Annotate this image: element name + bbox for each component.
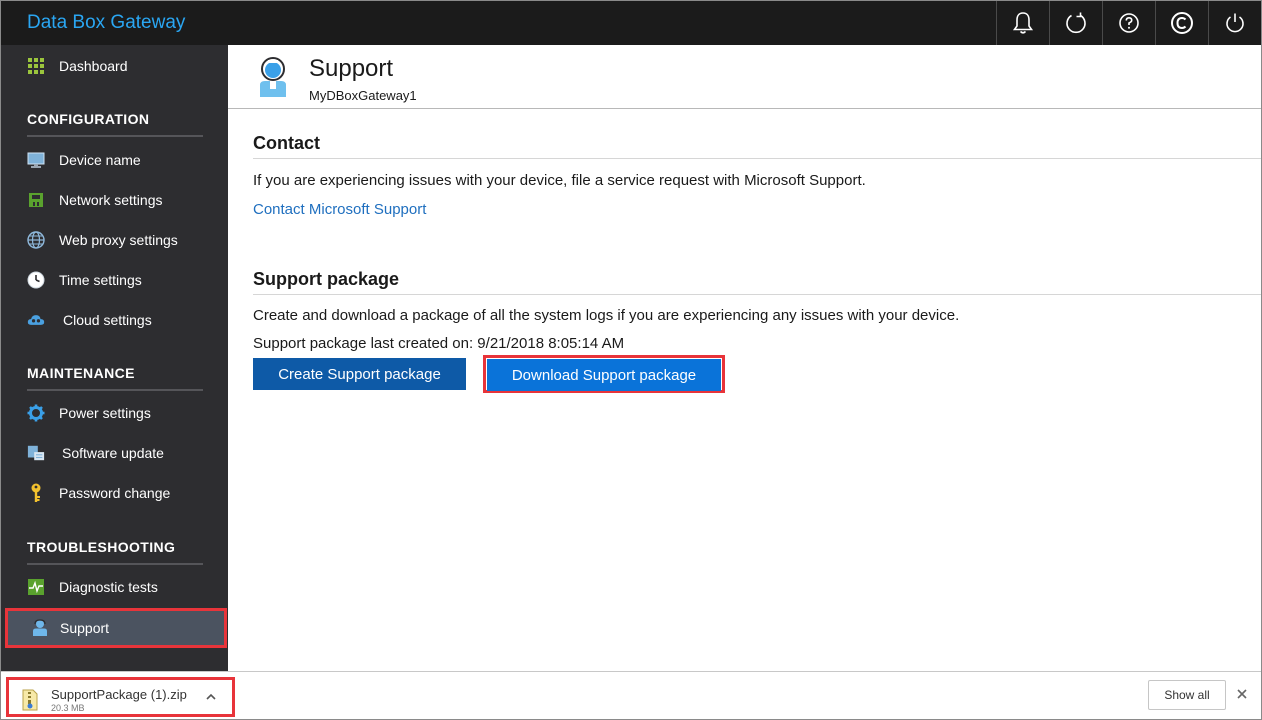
zip-file-icon xyxy=(21,689,39,715)
sidebar: Dashboard CONFIGURATION Device name Netw… xyxy=(1,45,228,671)
show-all-button[interactable]: Show all xyxy=(1148,680,1226,710)
section-heading-configuration: CONFIGURATION xyxy=(27,111,150,127)
sidebar-item-label: Time settings xyxy=(59,272,142,288)
sidebar-item-software-update[interactable]: Software update xyxy=(1,436,228,470)
contact-description: If you are experiencing issues with your… xyxy=(253,172,866,189)
top-icon-group xyxy=(996,1,1261,45)
sidebar-item-label: Dashboard xyxy=(59,58,128,74)
sidebar-item-dashboard[interactable]: Dashboard xyxy=(1,49,228,83)
network-icon xyxy=(27,191,45,209)
sidebar-item-time-settings[interactable]: Time settings xyxy=(1,263,228,297)
dashboard-grid-icon xyxy=(27,57,45,75)
contact-heading: Contact xyxy=(253,133,320,153)
download-support-package-button[interactable]: Download Support package xyxy=(487,359,721,391)
sidebar-item-label: Password change xyxy=(59,485,171,501)
section-divider xyxy=(27,389,203,391)
bell-icon xyxy=(1012,11,1034,35)
copyright-icon xyxy=(1170,11,1194,35)
support-package-heading: Support package xyxy=(253,269,400,289)
create-support-package-button[interactable]: Create Support package xyxy=(253,358,466,390)
sidebar-item-label: Support xyxy=(60,620,110,636)
app-title: Data Box Gateway xyxy=(27,12,186,33)
page-subtitle: MyDBoxGateway1 xyxy=(309,88,417,103)
app-window: Data Box Gateway Dashboard CONFIGURATION… xyxy=(0,0,1262,720)
section-divider xyxy=(253,294,1261,295)
globe-icon xyxy=(27,231,45,249)
monitor-icon xyxy=(27,151,45,169)
refresh-icon xyxy=(1064,11,1088,35)
sidebar-item-web-proxy-settings[interactable]: Web proxy settings xyxy=(1,223,228,257)
sidebar-item-cloud-settings[interactable]: Cloud settings xyxy=(1,303,228,337)
support-package-description: Create and download a package of all the… xyxy=(253,307,960,324)
page-header: Support MyDBoxGateway1 xyxy=(228,45,1261,109)
download-file-size: 20.3 MB xyxy=(51,703,85,713)
main-content: Support MyDBoxGateway1 Contact If you ar… xyxy=(228,45,1261,671)
pulse-icon xyxy=(27,578,45,596)
contact-microsoft-support-link[interactable]: Contact Microsoft Support xyxy=(253,201,426,218)
page-title: Support xyxy=(309,55,394,82)
top-bar: Data Box Gateway xyxy=(1,1,1261,45)
key-icon xyxy=(27,483,45,502)
section-divider xyxy=(27,135,203,137)
close-icon[interactable] xyxy=(1235,686,1249,705)
sidebar-item-power-settings[interactable]: Power settings xyxy=(1,396,228,430)
sidebar-item-label: Power settings xyxy=(59,405,151,421)
sidebar-item-password-change[interactable]: Password change xyxy=(1,476,228,510)
section-divider xyxy=(27,563,203,565)
sidebar-item-network-settings[interactable]: Network settings xyxy=(1,183,228,217)
help-icon xyxy=(1118,12,1140,34)
sidebar-item-label: Network settings xyxy=(59,192,163,208)
cloud-icon xyxy=(27,311,45,329)
power-icon xyxy=(1224,12,1246,34)
sidebar-item-label: Device name xyxy=(59,152,141,168)
refresh-button[interactable] xyxy=(1049,1,1102,45)
clock-icon xyxy=(27,271,45,289)
download-bar: SupportPackage (1).zip 20.3 MB Show all xyxy=(1,671,1261,719)
section-heading-troubleshooting: TROUBLESHOOTING xyxy=(27,539,176,555)
sidebar-item-device-name[interactable]: Device name xyxy=(1,143,228,177)
support-package-last-created: Support package last created on: 9/21/20… xyxy=(253,335,625,352)
sidebar-item-diagnostic-tests[interactable]: Diagnostic tests xyxy=(1,570,228,604)
support-person-icon xyxy=(31,619,49,637)
copyright-button[interactable] xyxy=(1155,1,1208,45)
support-page-icon xyxy=(258,55,288,103)
sidebar-item-label: Cloud settings xyxy=(63,312,152,328)
help-button[interactable] xyxy=(1102,1,1155,45)
sidebar-item-label: Software update xyxy=(62,445,164,461)
update-icon xyxy=(27,444,45,462)
sidebar-item-label: Diagnostic tests xyxy=(59,579,158,595)
chevron-up-icon[interactable] xyxy=(205,689,217,709)
notifications-button[interactable] xyxy=(996,1,1049,45)
sidebar-item-label: Web proxy settings xyxy=(59,232,178,248)
download-item[interactable]: SupportPackage (1).zip 20.3 MB xyxy=(6,677,235,717)
section-divider xyxy=(253,158,1261,159)
sidebar-item-support[interactable]: Support xyxy=(5,608,227,648)
gear-icon xyxy=(27,404,45,422)
download-file-name: SupportPackage (1).zip xyxy=(51,687,187,702)
section-heading-maintenance: MAINTENANCE xyxy=(27,365,135,381)
power-button[interactable] xyxy=(1208,1,1261,45)
